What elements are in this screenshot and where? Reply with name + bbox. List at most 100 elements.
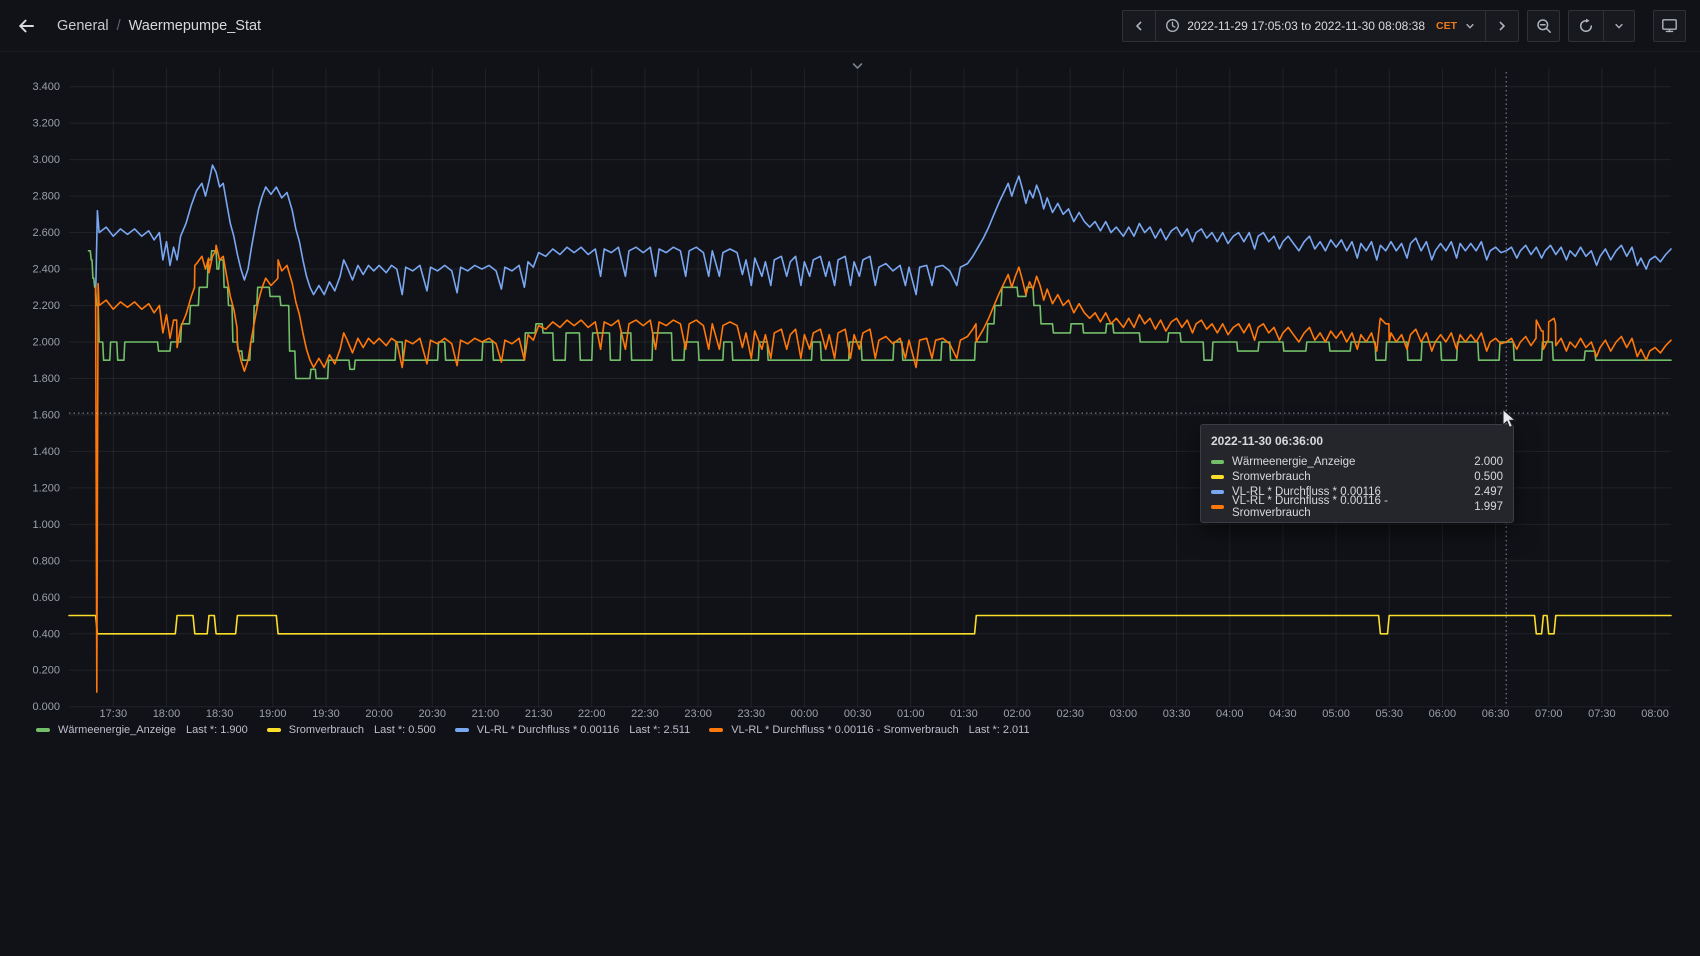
tooltip-series-value: 1.997 [1474, 501, 1503, 513]
y-axis-tick-label: 0.600 [32, 592, 60, 604]
tooltip-series-value: 0.500 [1474, 471, 1503, 483]
crosshair [69, 72, 1671, 707]
refresh-interval-dropdown-button[interactable] [1603, 11, 1634, 41]
refresh-icon [1578, 18, 1594, 34]
breadcrumb-separator: / [117, 18, 121, 34]
y-axis-tick-label: 1.600 [32, 409, 60, 421]
y-axis-tick-label: 1.000 [32, 519, 60, 531]
time-shift-forward-button[interactable] [1485, 11, 1518, 41]
grid-lines [69, 68, 1671, 707]
series-color-swatch [1211, 460, 1224, 464]
x-axis-tick-label: 04:00 [1216, 708, 1244, 720]
legend-last-value: Last *: 1.900 [186, 724, 248, 736]
x-axis-tick-label: 22:00 [578, 708, 606, 720]
x-axis-tick-label: 06:30 [1482, 708, 1510, 720]
tooltip-timestamp: 2022-11-30 06:36:00 [1211, 434, 1503, 448]
legend-series-label[interactable]: VL-RL * Durchfluss * 0.00116 [477, 724, 619, 736]
y-axis-tick-label: 2.400 [32, 264, 60, 276]
series-line-vl-rl-durchfluss-0-00116 [96, 165, 1671, 296]
time-range-text: 2022-11-29 17:05:03 to 2022-11-30 08:08:… [1187, 19, 1425, 33]
panel-legend: Wärmeenergie_Anzeige Last *: 1.900 Sromver… [36, 721, 1030, 739]
chevron-left-icon [1132, 19, 1146, 33]
back-button[interactable] [16, 16, 36, 36]
chart-hover-tooltip: 2022-11-30 06:36:00 Wärmeenergie_Anzeige… [1200, 424, 1514, 523]
refresh-dashboard-button[interactable] [1569, 11, 1603, 41]
legend-item[interactable]: Sromverbrauch Last *: 0.500 [267, 724, 436, 736]
series-color-swatch [1211, 490, 1224, 494]
tooltip-series-value: 2.497 [1474, 486, 1503, 498]
time-shift-back-button[interactable] [1123, 11, 1155, 41]
legend-last-value: Last *: 0.500 [374, 724, 436, 736]
series-color-swatch [1211, 505, 1224, 509]
arrow-left-icon [16, 16, 36, 36]
series-color-swatch [267, 728, 281, 732]
x-axis-tick-label: 04:30 [1269, 708, 1297, 720]
breadcrumb-dashboard-title[interactable]: Waermepumpe_Stat [129, 18, 261, 34]
x-axis-tick-label: 06:00 [1429, 708, 1457, 720]
zoom-out-icon [1536, 18, 1552, 34]
y-axis-tick-label: 3.000 [32, 154, 60, 166]
y-axis-tick-label: 2.200 [32, 300, 60, 312]
monitor-icon [1661, 17, 1678, 34]
series-color-swatch [455, 728, 469, 732]
y-axis-tick-label: 2.800 [32, 191, 60, 203]
breadcrumb: General / Waermepumpe_Stat [57, 18, 261, 34]
x-axis-tick-label: 02:00 [1003, 708, 1031, 720]
timezone-label: CET [1436, 20, 1457, 32]
clock-icon [1165, 18, 1180, 33]
x-axis-tick-label: 23:30 [738, 708, 766, 720]
time-range-picker-button[interactable]: 2022-11-29 17:05:03 to 2022-11-30 08:08:… [1155, 11, 1485, 41]
time-range-picker-group: 2022-11-29 17:05:03 to 2022-11-30 08:08:… [1122, 10, 1519, 42]
y-axis-tick-label: 3.400 [32, 81, 60, 93]
legend-series-label[interactable]: VL-RL * Durchfluss * 0.00116 - Sromverbr… [731, 724, 958, 736]
kiosk-mode-button[interactable] [1653, 10, 1686, 42]
chevron-right-icon [1495, 19, 1509, 33]
legend-item[interactable]: VL-RL * Durchfluss * 0.00116 Last *: 2.51… [455, 724, 690, 736]
y-axis-tick-label: 1.400 [32, 446, 60, 458]
y-axis-tick-label: 3.200 [32, 118, 60, 130]
x-axis-tick-label: 07:00 [1535, 708, 1563, 720]
series-color-swatch [1211, 475, 1224, 479]
x-axis-tick-label: 19:00 [259, 708, 287, 720]
x-axis-tick-label: 01:30 [950, 708, 978, 720]
x-axis-tick-label: 00:00 [791, 708, 819, 720]
x-axis-tick-label: 03:00 [1110, 708, 1138, 720]
chevron-down-icon [1613, 20, 1625, 32]
top-navigation-bar: General / Waermepumpe_Stat 2022-11-29 17… [0, 0, 1700, 52]
x-axis-tick-label: 17:30 [100, 708, 128, 720]
y-axis-tick-label: 0.200 [32, 665, 60, 677]
tooltip-row: Sromverbrauch 0.500 [1211, 469, 1503, 484]
series-line-sromverbrauch [69, 616, 1671, 634]
panel-menu-chevron-down-icon[interactable] [851, 58, 864, 76]
x-axis-tick-label: 18:30 [206, 708, 234, 720]
y-axis-tick-label: 0.400 [32, 628, 60, 640]
legend-item[interactable]: Wärmeenergie_Anzeige Last *: 1.900 [36, 724, 248, 736]
x-axis-tick-label: 23:00 [684, 708, 712, 720]
y-axis-tick-label: 2.600 [32, 227, 60, 239]
tooltip-series-label: Wärmeenergie_Anzeige [1232, 456, 1464, 468]
tooltip-series-value: 2.000 [1474, 456, 1503, 468]
tooltip-row: VL-RL * Durchfluss * 0.00116 - Sromverbr… [1211, 499, 1503, 514]
breadcrumb-folder[interactable]: General [57, 18, 109, 34]
tooltip-row: Wärmeenergie_Anzeige 2.000 [1211, 454, 1503, 469]
zoom-out-time-button[interactable] [1527, 10, 1560, 42]
tooltip-series-label: Sromverbrauch [1232, 471, 1464, 483]
x-axis-tick-label: 01:00 [897, 708, 925, 720]
x-axis-tick-label: 20:30 [419, 708, 447, 720]
mouse-cursor [1502, 409, 1522, 436]
legend-series-label[interactable]: Wärmeenergie_Anzeige [58, 724, 176, 736]
grafana-dashboard: { "header": { "breadcrumb": { "folder": … [0, 0, 1700, 956]
y-axis-tick-label: 2.000 [32, 336, 60, 348]
refresh-button-group [1568, 10, 1635, 42]
x-axis-tick-label: 03:30 [1163, 708, 1191, 720]
series-color-swatch [709, 728, 723, 732]
series-color-swatch [36, 728, 50, 732]
x-axis-tick-label: 21:00 [472, 708, 500, 720]
legend-series-label[interactable]: Sromverbrauch [289, 724, 364, 736]
legend-last-value: Last *: 2.511 [629, 724, 690, 736]
x-axis-tick-label: 20:00 [365, 708, 393, 720]
legend-item[interactable]: VL-RL * Durchfluss * 0.00116 - Sromverbr… [709, 724, 1029, 736]
chevron-down-icon [1464, 20, 1476, 32]
timeseries-panel-plot[interactable]: 0.0000.2000.4000.6000.8001.0001.2001.400… [0, 52, 1700, 756]
x-axis-tick-label: 05:00 [1322, 708, 1350, 720]
